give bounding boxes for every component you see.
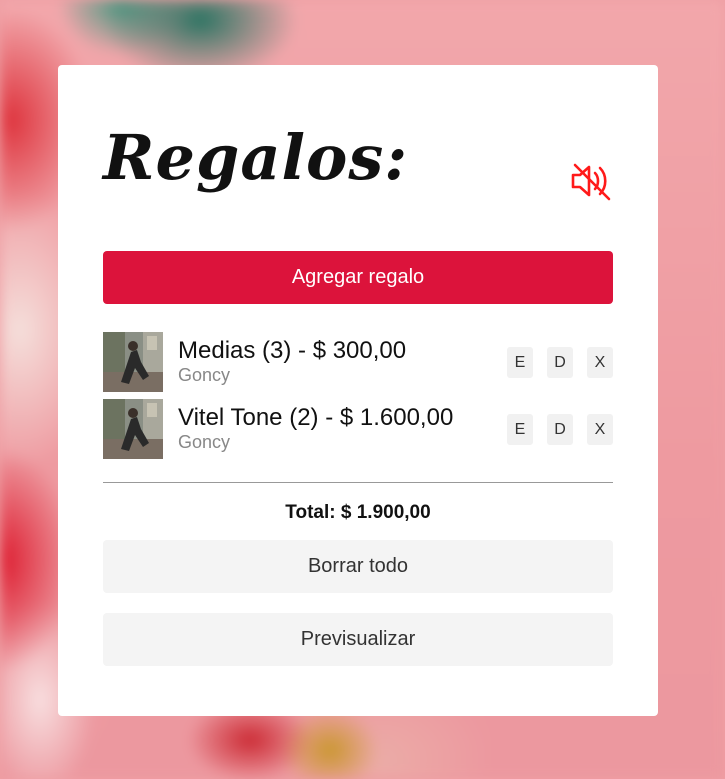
- gift-item: Medias (3) - $ 300,00 Goncy E D X: [103, 332, 613, 392]
- gift-actions: E D X: [507, 414, 613, 445]
- divider: [103, 482, 613, 483]
- gift-thumbnail: [103, 332, 163, 392]
- total-amount: Total: $ 1.900,00: [285, 502, 431, 523]
- gift-list: Medias (3) - $ 300,00 Goncy E D X Vitel …: [103, 332, 613, 459]
- add-gift-button[interactable]: Agregar regalo: [103, 251, 613, 304]
- gift-recipient: Goncy: [178, 365, 231, 385]
- volume-mute-icon: [571, 163, 611, 201]
- preview-button[interactable]: Previsualizar: [103, 613, 613, 666]
- gift-item-text: Vitel Tone (2) - $ 1.600,00 Goncy: [178, 404, 453, 452]
- edit-button[interactable]: E: [507, 347, 533, 378]
- gift-item-text: Medias (3) - $ 300,00 Goncy: [178, 337, 406, 385]
- gift-recipient: Goncy: [178, 432, 231, 452]
- gift-title: Vitel Tone (2) - $ 1.600,00: [178, 404, 454, 431]
- gift-actions: E D X: [507, 347, 613, 378]
- clear-all-button[interactable]: Borrar todo: [103, 540, 613, 593]
- gift-item: Vitel Tone (2) - $ 1.600,00 Goncy E D X: [103, 399, 613, 459]
- duplicate-button[interactable]: D: [547, 414, 573, 445]
- duplicate-button[interactable]: D: [547, 347, 573, 378]
- edit-button[interactable]: E: [507, 414, 533, 445]
- gift-list-card: Regalos: Agregar regalo Medias (3) - $ 3…: [58, 65, 658, 716]
- mute-button[interactable]: [569, 159, 613, 203]
- gift-thumbnail: [103, 399, 163, 459]
- delete-button[interactable]: X: [587, 347, 613, 378]
- card-header: Regalos:: [103, 65, 613, 251]
- page-title: Regalos:: [103, 121, 409, 194]
- gift-title: Medias (3) - $ 300,00: [178, 337, 407, 364]
- delete-button[interactable]: X: [587, 414, 613, 445]
